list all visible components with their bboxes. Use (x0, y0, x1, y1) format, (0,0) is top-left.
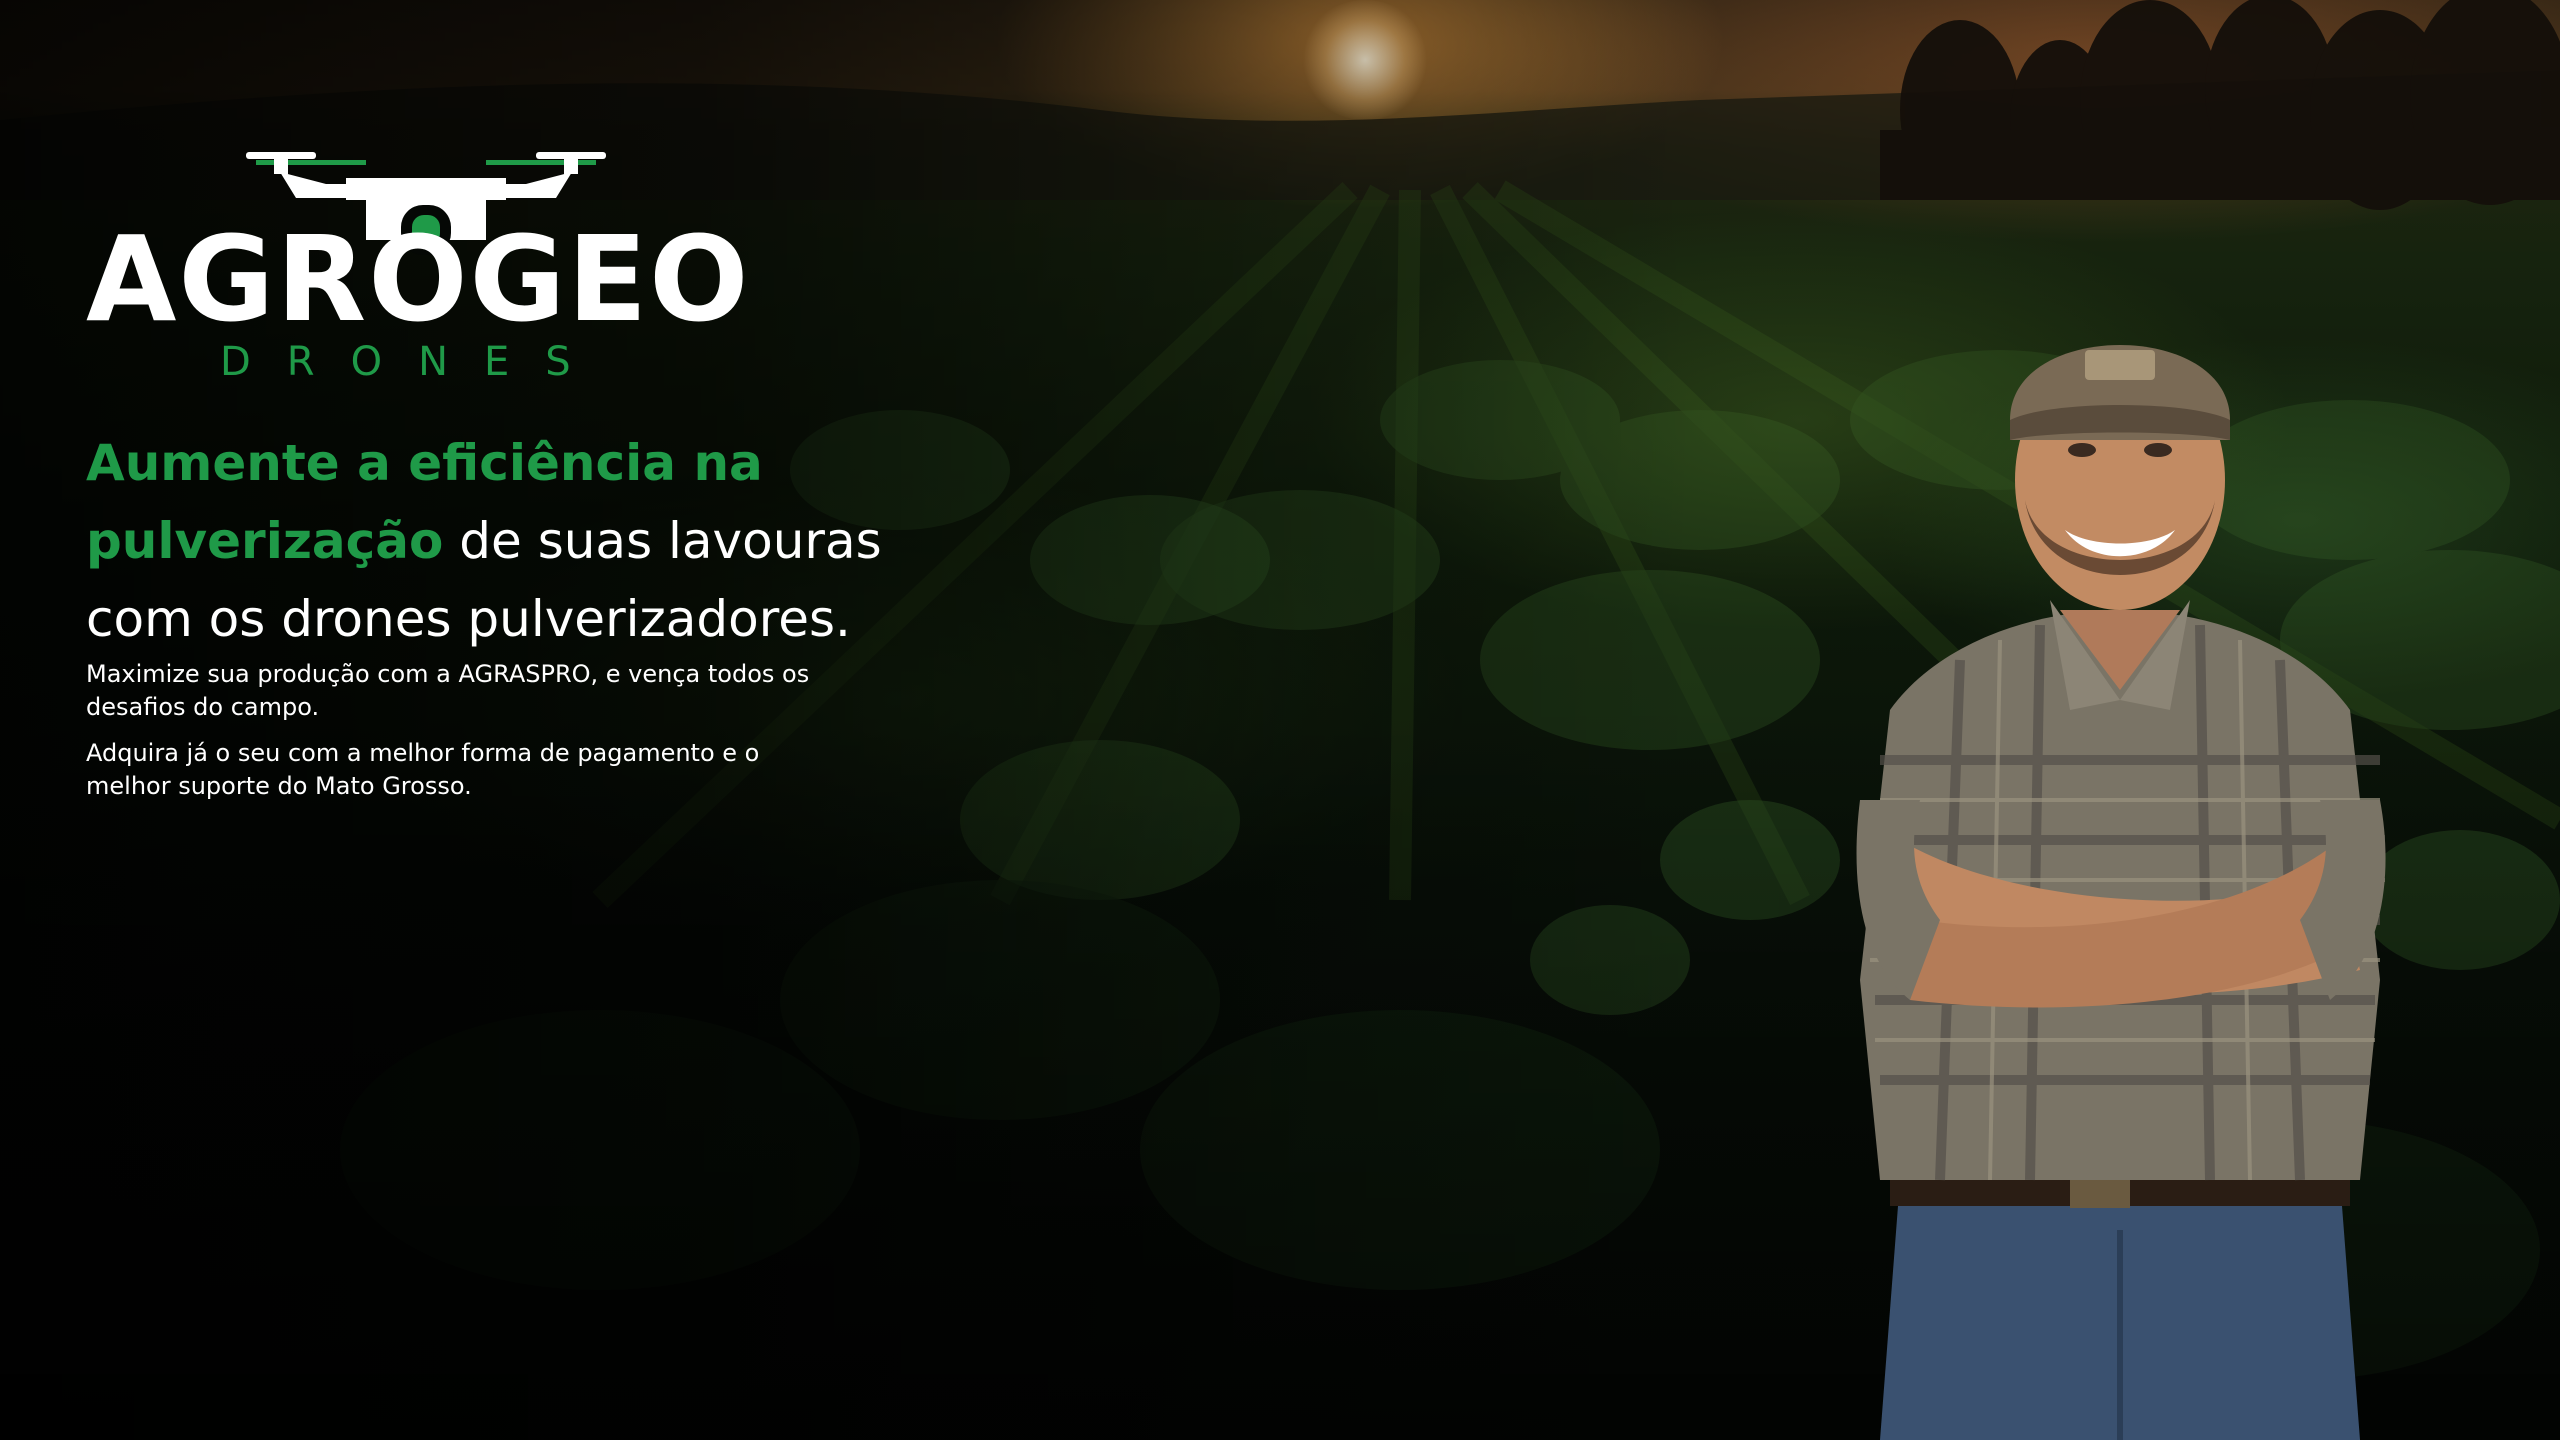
hero-paragraph-2: Adquira já o seu com a melhor forma de p… (86, 739, 760, 800)
hero-headline: Aumente a eficiência na pulverização de … (86, 424, 986, 658)
farmer-photo (1856, 345, 2386, 1440)
agrogeo-logo[interactable]: AGROGEO DRONES (86, 150, 748, 390)
logo-subtitle: DRONES (220, 339, 607, 385)
hero-section: AGROGEO DRONES Aumente a eficiência na p… (0, 0, 2560, 1440)
hero-paragraph-1: Maximize sua produção com a AGRASPRO, e … (86, 660, 810, 721)
logo-wordmark: AGROGEO (86, 210, 751, 348)
